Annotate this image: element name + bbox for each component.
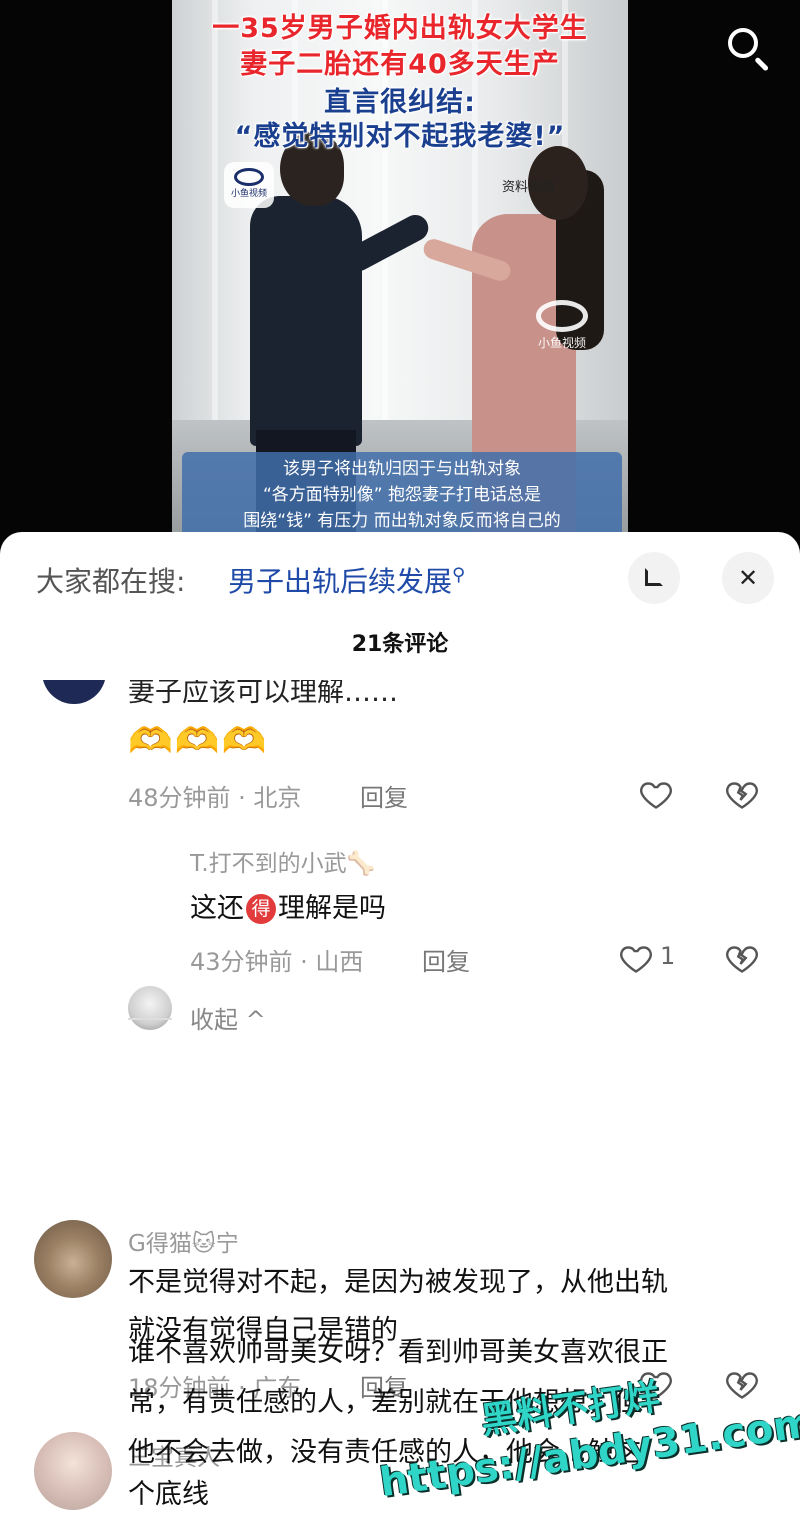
caption-line: 围绕“钱” 有压力 而出轨对象反而将自己的	[243, 511, 561, 531]
comment-text-part: 这还	[190, 893, 244, 924]
avatar[interactable]	[42, 680, 106, 704]
collapse-replies-button[interactable]: 收起 ^	[190, 1000, 266, 1035]
de-badge-icon: 得	[246, 894, 276, 924]
expand-icon[interactable]	[628, 552, 680, 604]
like-heart-icon[interactable]	[638, 776, 674, 812]
video-headline-line4: “感觉特别对不起我老婆!”	[234, 121, 566, 152]
reply-button[interactable]: 回复	[360, 778, 408, 813]
close-icon[interactable]: ✕	[722, 552, 774, 604]
video-headline-line2: 妻子二胎还有40多天生产	[240, 49, 560, 80]
comment-text: 妻子应该可以理解……	[128, 680, 398, 708]
comment-emoji: 🫶🫶🫶	[128, 721, 269, 762]
avatar[interactable]	[34, 1432, 112, 1510]
video-player[interactable]: 一35岁男子婚内出轨女大学生 妻子二胎还有40多天生产 直言很纠结: “感觉特别…	[0, 0, 800, 560]
comment-text-line: 个底线	[128, 1479, 209, 1510]
brand-watermark-icon: 小鱼视频	[522, 300, 602, 351]
brand-logo-icon: 小鱼视频	[224, 162, 274, 208]
comments-header: 大家都在搜: 男子出轨后续发展⚲ ✕ 21条评论	[0, 532, 800, 682]
collapse-divider	[128, 1018, 172, 1020]
video-frame: 一35岁男子婚内出轨女大学生 妻子二胎还有40多天生产 直言很纠结: “感觉特别…	[172, 0, 628, 560]
like-heart-icon[interactable]	[618, 940, 654, 976]
search-icon: ⚲	[452, 564, 466, 586]
comment-username[interactable]: T.打不到的小武🦴	[190, 844, 375, 878]
avatar[interactable]	[34, 1220, 112, 1298]
avatar[interactable]	[128, 986, 172, 1030]
comment-username[interactable]: G得猫🐱宁	[128, 1224, 239, 1258]
trending-search-text[interactable]: 男子出轨后续发展	[228, 565, 452, 598]
dislike-broken-heart-icon[interactable]	[724, 776, 760, 812]
comment-text: 这还得理解是吗	[190, 886, 386, 932]
trending-search-label: 大家都在搜:	[36, 565, 186, 598]
comment-time-location: 43分钟前 · 山西	[190, 948, 364, 976]
dislike-broken-heart-icon[interactable]	[724, 940, 760, 976]
comment-text-part: 理解是吗	[278, 893, 386, 924]
comments-panel: 大家都在搜: 男子出轨后续发展⚲ ✕ 21条评论 妻子应该可以理解…… 🫶🫶🫶 …	[0, 532, 800, 1517]
caption-line: 该男子将出轨归因于与出轨对象	[283, 459, 521, 479]
search-icon[interactable]	[724, 24, 772, 72]
man-figure	[250, 196, 362, 446]
trending-search-link[interactable]: 男子出轨后续发展⚲	[228, 560, 465, 600]
dislike-broken-heart-icon[interactable]	[724, 1366, 760, 1402]
comment-time-location: 48分钟前 · 北京	[128, 784, 302, 812]
reply-button[interactable]: 回复	[422, 942, 470, 977]
comment-count: 21条评论	[351, 632, 449, 657]
comment-text-line: 谁不喜欢帅哥美女呀？看到帅哥美女喜欢很正	[128, 1337, 668, 1368]
caption-line: “各方面特别像” 抱怨妻子打电话总是	[262, 485, 542, 505]
comment-text-line: 不是觉得对不起，是因为被发现了，从他出轨	[128, 1267, 668, 1298]
reference-footage-label: 资料画面	[502, 180, 555, 195]
like-count: 1	[660, 942, 676, 970]
video-headline-line1: 一35岁男子婚内出轨女大学生	[212, 13, 588, 44]
